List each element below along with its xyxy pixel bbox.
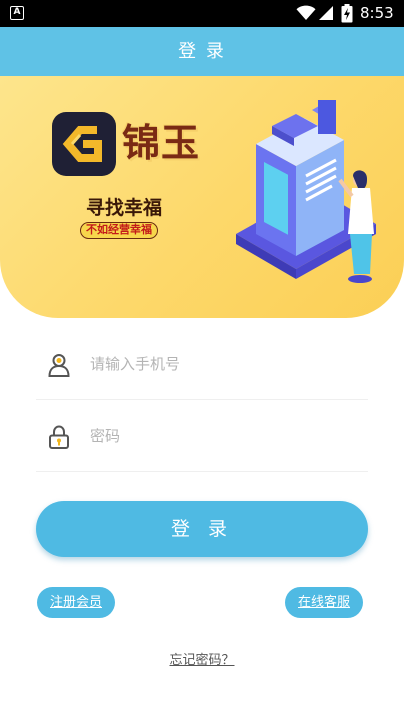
building-illustration-icon: [236, 100, 376, 283]
login-button[interactable]: 登 录: [36, 501, 368, 557]
phone-input[interactable]: [90, 350, 360, 378]
sub-slogan-badge: 不如经营幸福: [80, 222, 158, 239]
forgot-password-link[interactable]: 忘记密码？: [0, 652, 404, 670]
battery-charging-icon: [341, 4, 353, 23]
wifi-icon: [296, 5, 316, 20]
online-service-button[interactable]: 在线客服: [285, 587, 364, 618]
slogan: 寻找幸福: [86, 197, 163, 219]
page-title: 登 录: [178, 41, 226, 62]
password-row: [36, 400, 368, 472]
status-bar: A 8:53: [0, 0, 404, 27]
brand-logo-icon: [52, 112, 116, 176]
password-input[interactable]: [90, 422, 360, 450]
signal-icon: [319, 6, 333, 20]
phone-row: [36, 328, 368, 400]
app-header: 登 录: [0, 27, 404, 76]
lock-icon: [49, 425, 69, 449]
promo-banner: 锦玉 寻找幸福 不如经营幸福: [0, 76, 404, 318]
register-button[interactable]: 注册会员: [37, 587, 116, 618]
clock: 8:53: [360, 4, 394, 22]
brand-name: 锦玉: [122, 121, 201, 165]
notification-a-icon: A: [10, 6, 24, 20]
user-icon: [48, 354, 70, 377]
